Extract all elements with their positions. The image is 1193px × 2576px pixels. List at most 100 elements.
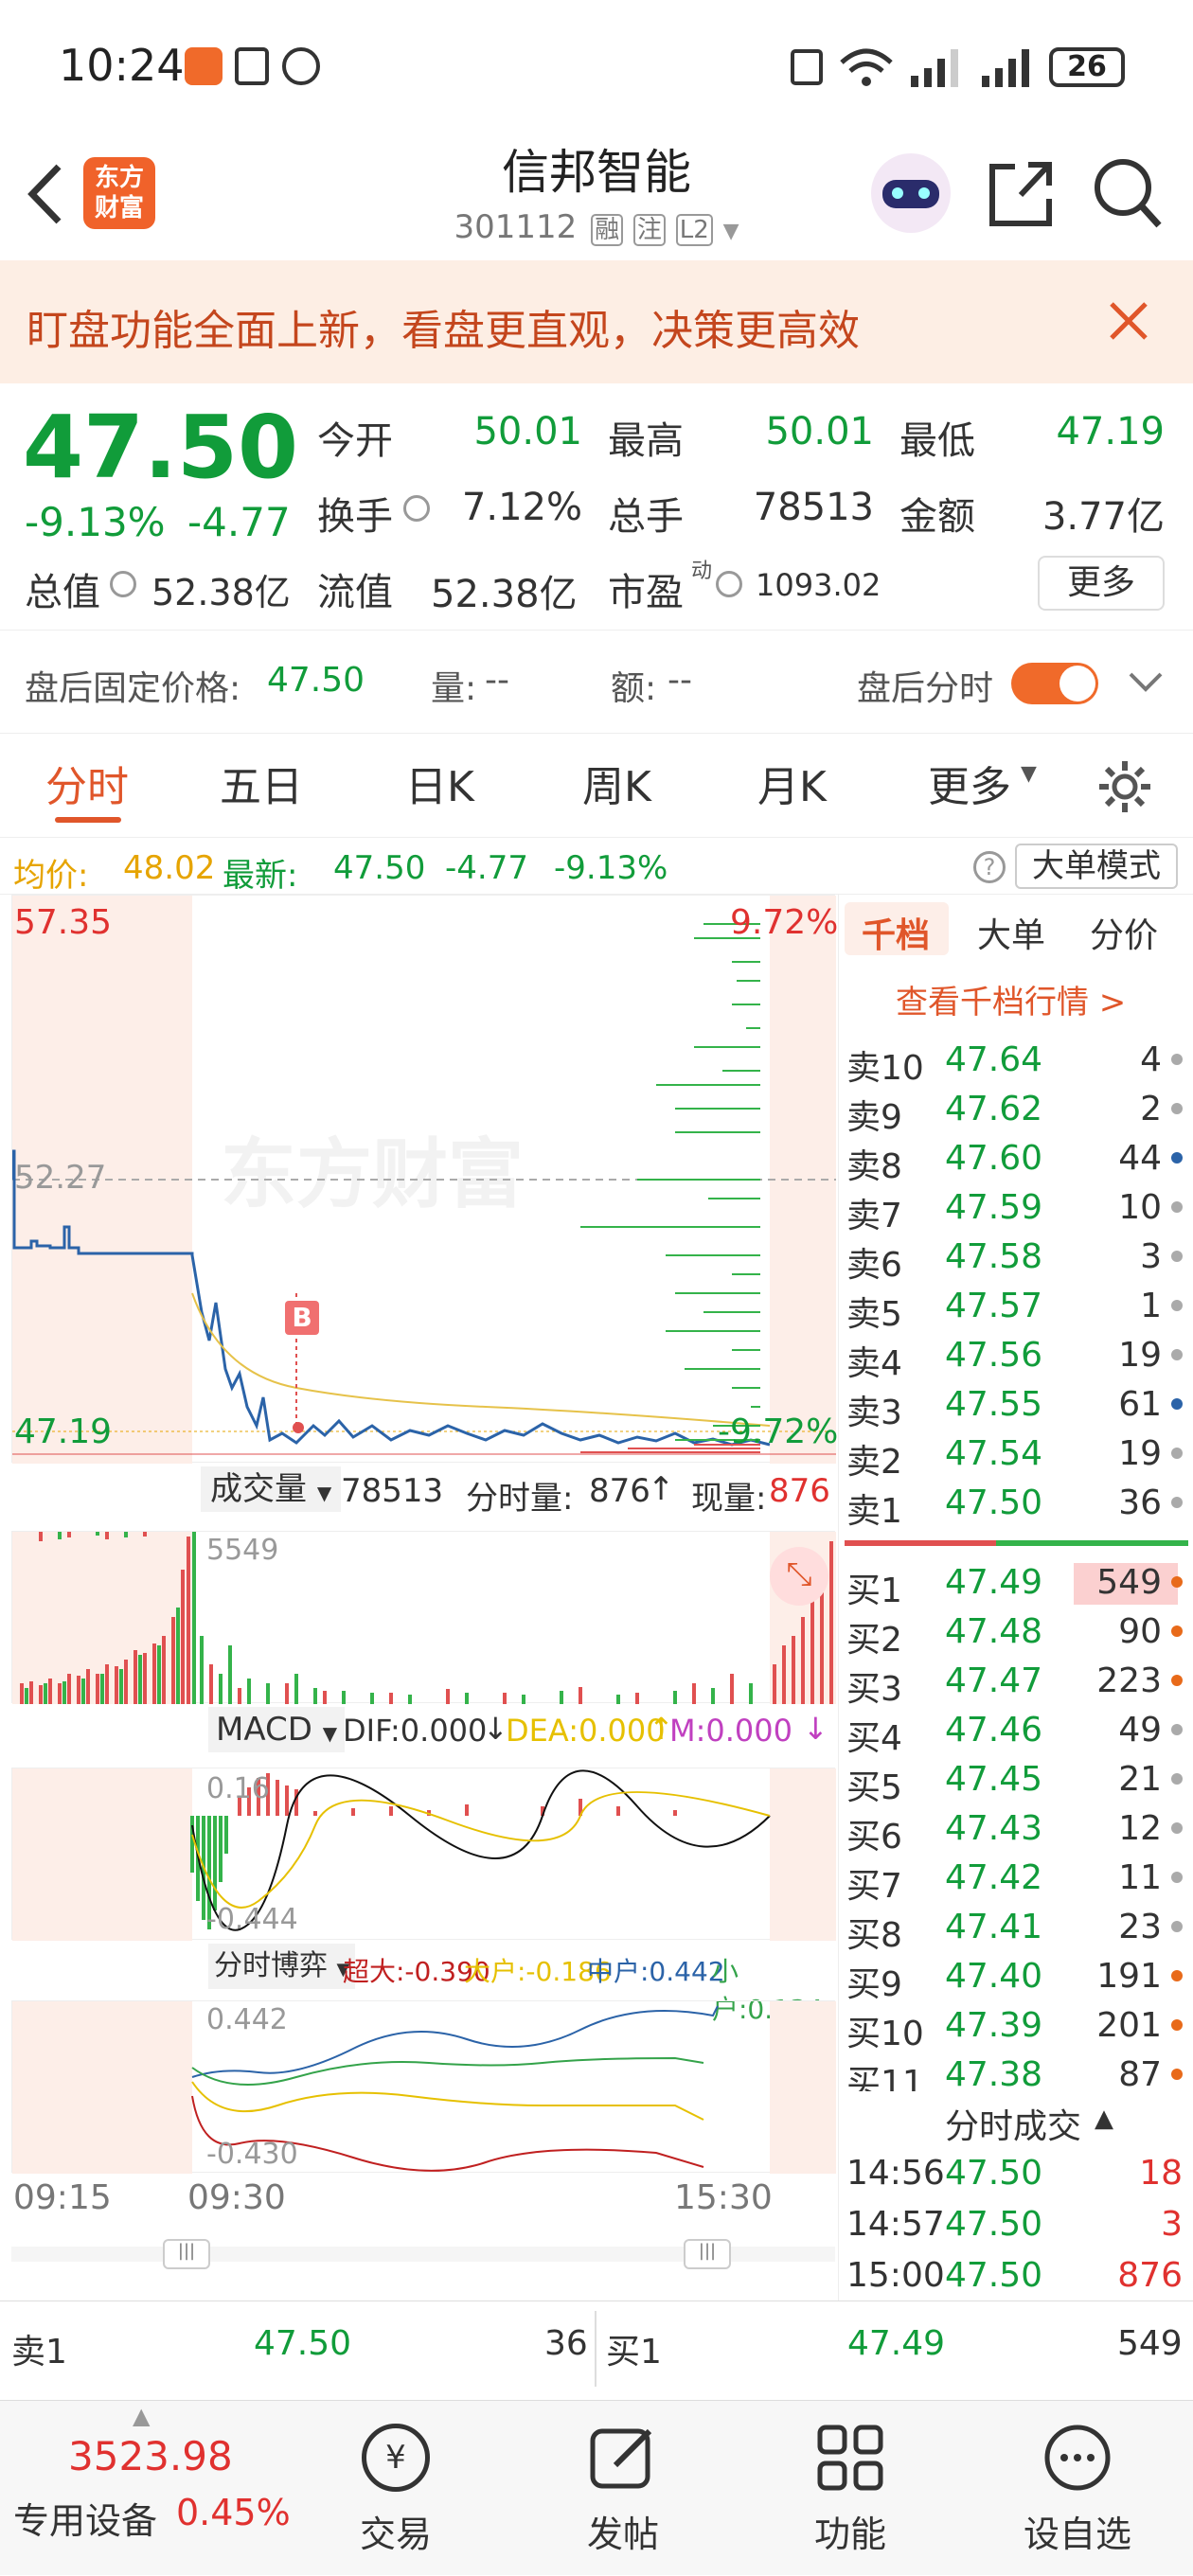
chart-period-tabs: 分时 五日 日K 周K 月K 更多 ▼ (0, 734, 1193, 838)
order-dot (1171, 1300, 1183, 1311)
chevron-down-icon: ▼ (1021, 762, 1037, 786)
bid-row[interactable]: 买10 47.39 201 (839, 2002, 1193, 2053)
price-chart[interactable]: 东方财富 57.35 52.27 47.19 9.72% -9.72% B (11, 895, 838, 1464)
ask-row[interactable]: 卖10 47.64 4 (839, 1037, 1193, 1088)
big-order-mode-button[interactable]: 大单模式 (1015, 844, 1178, 889)
tab-intraday[interactable]: 分时 (45, 753, 129, 813)
bid-volume: 201 (1096, 2006, 1162, 2045)
tab-big-orders[interactable]: 大单 (977, 908, 1045, 957)
bid-row[interactable]: 买1 47.49 549 (839, 1559, 1193, 1610)
order-dot (1171, 1152, 1183, 1164)
buy-marker[interactable]: B (285, 1301, 319, 1335)
intraday-chart-area[interactable]: 东方财富 57.35 52.27 47.19 9.72% -9.72% B 成交… (0, 895, 838, 2301)
close-icon[interactable] (1106, 298, 1151, 344)
ask-row[interactable]: 卖7 47.59 10 (839, 1184, 1193, 1235)
bid-row[interactable]: 买3 47.47 223 (839, 1658, 1193, 1709)
open-value: 50.01 (473, 410, 582, 453)
sector-pct: 0.45% (176, 2492, 291, 2533)
macd-selector[interactable]: MACD ▼ (208, 1707, 346, 1752)
tab-indicator (55, 817, 121, 823)
back-icon[interactable] (21, 161, 68, 227)
ask-row[interactable]: 卖8 47.60 44 (839, 1135, 1193, 1186)
flow-chart[interactable]: 0.442 -0.430 (11, 2000, 836, 2174)
stock-code-row: 301112 融 注 L2 ▼ (407, 208, 786, 246)
time-axis-open: 09:30 (187, 2178, 286, 2217)
tab-price-dist[interactable]: 分价 (1090, 908, 1158, 957)
search-icon[interactable] (1091, 155, 1163, 231)
tab-monthly[interactable]: 月K (757, 753, 827, 813)
chevron-down-icon[interactable] (1127, 668, 1165, 697)
macd-chart[interactable]: 0.16 -0.444 (11, 1768, 836, 1941)
sector-index[interactable]: ▲ 3523.98 专用设备 0.45% (0, 2401, 303, 2576)
latest-label: 最新: (223, 857, 298, 895)
bid-price: 47.40 (945, 1957, 1043, 1996)
latest-change: -4.77 (445, 849, 528, 887)
robot-assistant-icon[interactable] (871, 153, 951, 233)
bid-row[interactable]: 买4 47.46 49 (839, 1707, 1193, 1758)
range-slider[interactable]: ||| ||| (11, 2239, 835, 2269)
trade-button[interactable]: ¥ 交易 (301, 2401, 490, 2576)
tab-weekly[interactable]: 周K (582, 753, 651, 813)
stock-title[interactable]: 信邦智能 301112 融 注 L2 ▼ (407, 133, 786, 246)
ask-volume: 10 (1118, 1188, 1162, 1227)
view-level-book-link[interactable]: 查看千档行情 > (896, 976, 1126, 1022)
grid-icon (817, 2425, 883, 2491)
expand-icon[interactable]: ⤡ (770, 1547, 828, 1606)
ask-row[interactable]: 卖9 47.62 2 (839, 1086, 1193, 1137)
bid-label: 买1 (846, 1572, 902, 1610)
ask-label: 卖4 (846, 1344, 902, 1383)
ask-label: 卖8 (846, 1147, 902, 1186)
ask-row[interactable]: 卖3 47.55 61 (839, 1381, 1193, 1432)
bid-list: 买1 47.49 549 买2 47.48 90 买3 47.47 223 买4 47.46 4… (839, 1559, 1193, 2103)
tab-5day[interactable]: 五日 (220, 753, 303, 813)
tab-level-book[interactable]: 千档 (862, 908, 930, 957)
range-handle-left[interactable]: ||| (163, 2239, 210, 2269)
promo-banner[interactable]: 盯盘功能全面上新，看盘更直观，决策更高效 (0, 260, 1193, 383)
bid-row[interactable]: 买5 47.45 21 (839, 1756, 1193, 1807)
time-axis-end: 15:30 (674, 2178, 773, 2217)
range-handle-right[interactable]: ||| (684, 2239, 731, 2269)
minute-volume: 876 (589, 1472, 650, 1510)
mktcap-label: 总值 (25, 571, 100, 614)
ask-row[interactable]: 卖2 47.54 19 (839, 1430, 1193, 1482)
ask-volume: 3 (1140, 1237, 1162, 1276)
function-button[interactable]: 功能 (756, 2401, 945, 2576)
low-value: 47.19 (1056, 410, 1165, 453)
gear-icon[interactable] (1096, 758, 1153, 815)
tab-more[interactable]: 更多 (928, 753, 1011, 813)
order-dot (1171, 1349, 1183, 1360)
post-button[interactable]: 发帖 (528, 2401, 718, 2576)
bid-row[interactable]: 买8 47.41 23 (839, 1904, 1193, 1955)
share-icon[interactable] (987, 157, 1055, 229)
watchlist-button[interactable]: 设自选 (983, 2401, 1172, 2576)
trades-header[interactable]: 分时成交 ▲ (839, 2091, 1193, 2148)
help-icon[interactable]: ? (973, 851, 1006, 883)
ask-row[interactable]: 卖1 47.50 36 (839, 1480, 1193, 1531)
volume-selector[interactable]: 成交量 ▼ (201, 1466, 342, 1512)
ask-row[interactable]: 卖5 47.57 1 (839, 1283, 1193, 1334)
y-axis-top: 57.35 (14, 903, 113, 942)
best-quote-bar[interactable]: 卖1 47.50 36 买1 47.49 549 (0, 2301, 1193, 2400)
bid-row[interactable]: 买7 47.42 11 (839, 1855, 1193, 1906)
more-button[interactable]: 更多 (1038, 556, 1165, 611)
info-icon[interactable] (110, 571, 136, 597)
bid-row[interactable]: 买6 47.43 12 (839, 1805, 1193, 1856)
bid-row[interactable]: 买9 47.40 191 (839, 1953, 1193, 2004)
tab-daily[interactable]: 日K (405, 753, 474, 813)
info-icon[interactable] (403, 495, 430, 522)
order-dot (1171, 1970, 1183, 1981)
flow-selector[interactable]: 分时博弈 ▼ (208, 1944, 356, 1989)
ask-price: 47.58 (945, 1237, 1043, 1276)
after-amt-label: 额: (611, 669, 657, 708)
info-icon[interactable] (716, 571, 742, 597)
bid-volume: 191 (1096, 1957, 1162, 1996)
eastmoney-logo[interactable]: 东方 财富 (83, 157, 155, 229)
order-dot (1171, 1448, 1183, 1459)
ask-row[interactable]: 卖4 47.56 19 (839, 1332, 1193, 1383)
volume-chart[interactable]: 5549 ⤡ (11, 1531, 836, 1704)
after-chart-toggle[interactable] (1011, 663, 1098, 704)
macd-bottom: -0.444 (206, 1903, 298, 1936)
ask-row[interactable]: 卖6 47.58 3 (839, 1234, 1193, 1285)
volume-selector-label: 成交量 (210, 1470, 307, 1508)
bid-row[interactable]: 买2 47.48 90 (839, 1608, 1193, 1660)
